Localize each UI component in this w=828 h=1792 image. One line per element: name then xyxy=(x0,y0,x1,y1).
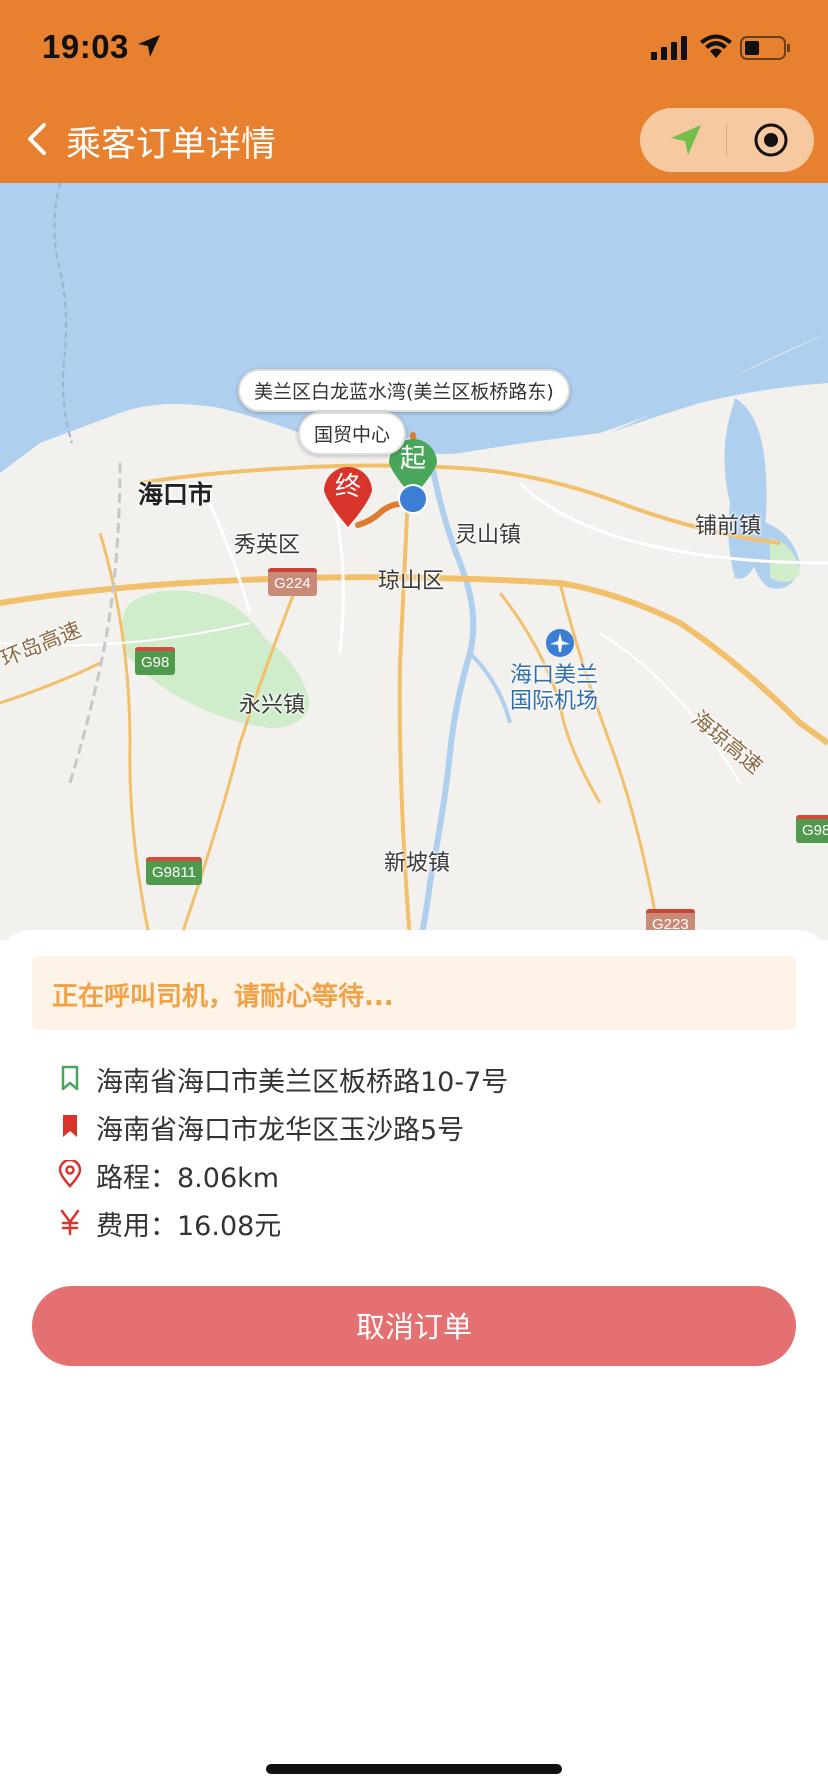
header: 19:03 乘客订单详情 xyxy=(0,0,828,183)
road-shield-g98-right: G98 xyxy=(796,815,828,843)
cellular-signal-icon xyxy=(651,36,687,60)
calling-driver-notice: 正在呼叫司机，请耐心等待... xyxy=(32,956,796,1030)
end-address-callout: 国贸中心 xyxy=(298,412,407,455)
bookmark-filled-icon xyxy=(63,1115,77,1137)
fee: 费用：16.08元 xyxy=(96,1211,282,1242)
map-label-airport-line1: 海口美兰 xyxy=(510,663,599,688)
map-label-yongxing: 永兴镇 xyxy=(239,693,306,718)
start-marker-label: 起 xyxy=(400,444,426,474)
wifi-icon xyxy=(700,34,732,58)
map-label-puqian: 铺前镇 xyxy=(695,514,762,539)
end-address: 海南省海口市龙华区玉沙路5号 xyxy=(96,1115,465,1146)
road-shield-g9811: G9811 xyxy=(146,857,202,885)
yen-icon xyxy=(60,1209,80,1236)
status-time: 19:03 xyxy=(42,28,129,65)
mini-program-capsule xyxy=(640,108,814,172)
location-arrow-icon xyxy=(138,35,160,57)
map-view[interactable]: 终 起 美兰区白龙蓝水湾(美兰区板桥路东) 国贸中心 海口市 秀英区 琼山区 灵… xyxy=(0,183,828,940)
back-chevron-icon[interactable] xyxy=(22,121,52,157)
map-label-xiuying: 秀英区 xyxy=(234,533,301,558)
capsule-divider xyxy=(726,124,727,156)
battery-icon xyxy=(740,36,790,60)
page-title: 乘客订单详情 xyxy=(66,125,277,165)
bookmark-outline-icon xyxy=(61,1065,79,1091)
cancel-order-button[interactable]: 取消订单 xyxy=(32,1286,796,1366)
end-marker-pin[interactable]: 终 xyxy=(318,459,378,529)
start-address-callout: 美兰区白龙蓝水湾(美兰区板桥路东) xyxy=(238,369,570,412)
map-label-qiongshan: 琼山区 xyxy=(378,569,445,594)
navigation-arrow-icon[interactable] xyxy=(668,122,704,158)
road-shield-g98: G98 xyxy=(135,647,176,675)
map-label-haikou: 海口市 xyxy=(138,480,214,509)
end-marker-label: 终 xyxy=(335,472,361,502)
start-address: 海南省海口市美兰区板桥路10-7号 xyxy=(96,1067,509,1098)
map-label-lingshan: 灵山镇 xyxy=(455,523,522,548)
notice-text: 正在呼叫司机，请耐心等待... xyxy=(52,982,394,1012)
target-circle-icon[interactable] xyxy=(752,121,790,159)
distance: 路程：8.06km xyxy=(96,1163,280,1194)
map-label-airport-line2: 国际机场 xyxy=(510,689,599,714)
airport-icon xyxy=(546,629,574,657)
map-label-xinpo: 新坡镇 xyxy=(384,851,451,876)
order-detail-sheet: 正在呼叫司机，请耐心等待... 海南省海口市美兰区板桥路10-7号 海南省海口市… xyxy=(0,930,828,1792)
map-label-airport: 海口美兰 国际机场 xyxy=(510,663,598,715)
location-pin-icon xyxy=(58,1160,82,1188)
home-indicator xyxy=(266,1764,562,1774)
map-canvas xyxy=(0,183,828,940)
road-shield-g224: G224 xyxy=(268,568,317,596)
current-location-dot xyxy=(398,484,428,514)
